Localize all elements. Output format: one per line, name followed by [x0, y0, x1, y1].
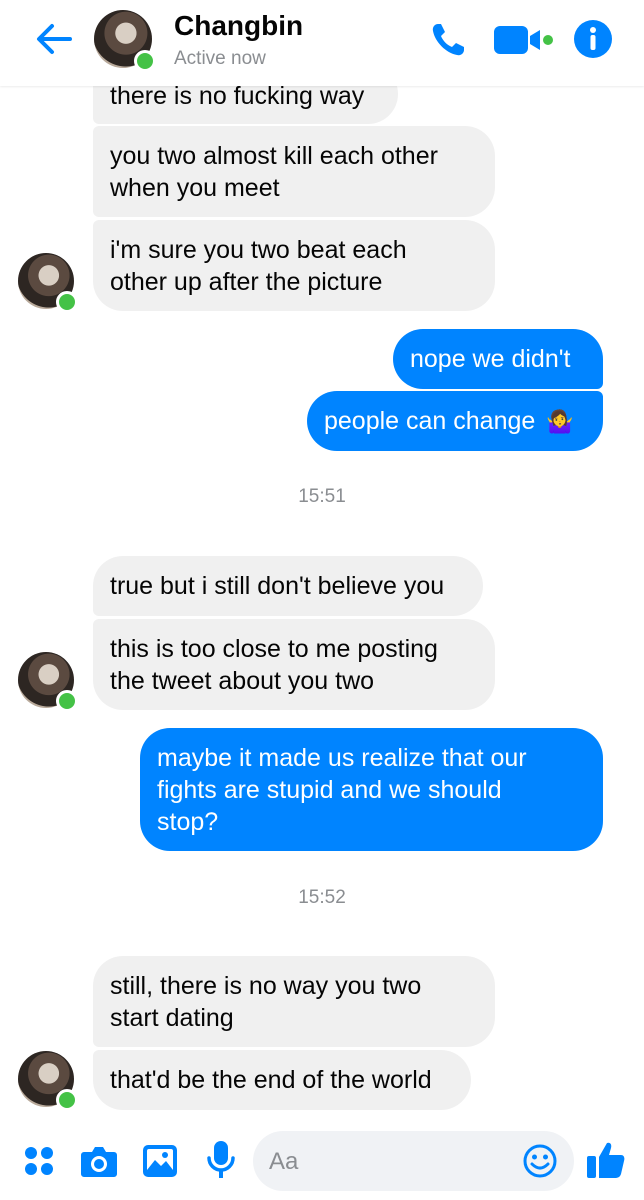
phone-icon[interactable] — [428, 20, 468, 60]
emoji-icon[interactable] — [523, 1144, 557, 1178]
sender-avatar[interactable] — [18, 1051, 78, 1111]
message-bubble-incoming[interactable]: this is too close to me posting the twee… — [93, 619, 495, 710]
info-icon[interactable] — [574, 20, 612, 58]
contact-status: Active now — [174, 48, 266, 69]
message-bubble-incoming[interactable]: you two almost kill each other when you … — [93, 126, 495, 217]
sender-avatar[interactable] — [18, 652, 78, 712]
microphone-icon[interactable] — [206, 1140, 236, 1180]
contact-avatar[interactable] — [94, 10, 156, 72]
message-input-container[interactable] — [253, 1131, 574, 1191]
camera-icon[interactable] — [80, 1144, 118, 1178]
message-input[interactable] — [267, 1143, 501, 1181]
timestamp: 15:52 — [298, 887, 346, 908]
sender-avatar[interactable] — [18, 253, 78, 313]
message-text: there is no fucking way — [110, 82, 365, 110]
online-indicator — [56, 690, 78, 712]
back-arrow-icon[interactable] — [34, 22, 74, 56]
contact-name[interactable]: Changbin — [174, 10, 303, 42]
shrug-emoji: 🤷‍♀️ — [546, 409, 574, 434]
apps-grid-icon[interactable] — [24, 1146, 54, 1176]
message-text: people can change — [324, 407, 536, 435]
conversation-header: Changbin Active now — [0, 0, 644, 86]
message-bubble-outgoing[interactable]: maybe it made us realize that our fights… — [140, 728, 603, 851]
message-bubble-incoming[interactable]: that'd be the end of the world — [93, 1050, 471, 1110]
thumbs-up-icon[interactable] — [586, 1140, 626, 1180]
online-indicator — [134, 50, 156, 72]
online-indicator — [56, 1089, 78, 1111]
timestamp: 15:51 — [298, 486, 346, 507]
online-indicator — [56, 291, 78, 313]
message-bubble-incoming[interactable]: i'm sure you two beat each other up afte… — [93, 220, 495, 311]
video-camera-icon[interactable] — [494, 24, 554, 56]
message-bubble-incoming[interactable]: still, there is no way you two start dat… — [93, 956, 495, 1047]
message-bubble-outgoing[interactable]: people can change 🤷‍♀️ — [307, 391, 603, 451]
message-bubble-incoming[interactable]: true but i still don't believe you — [93, 556, 483, 616]
image-icon[interactable] — [142, 1144, 178, 1178]
message-bubble-outgoing[interactable]: nope we didn't — [393, 329, 603, 389]
